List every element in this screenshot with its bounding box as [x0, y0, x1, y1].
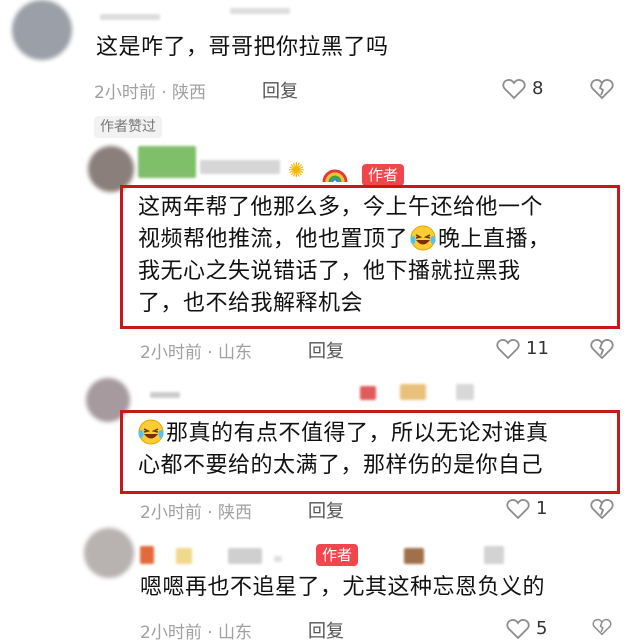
author-badge: 作者	[362, 164, 405, 186]
comment-meta: 2小时前 · 陕西	[94, 83, 207, 103]
decorative-scribble	[230, 8, 290, 14]
avatar[interactable]	[12, 0, 72, 60]
author-liked-tag: 作者赞过	[94, 116, 162, 138]
comment-text: 这是咋了，哥哥把你拉黑了吗	[96, 35, 389, 60]
broken-heart-icon[interactable]	[590, 78, 614, 100]
comment-meta: 2小时前 · 陕西	[140, 503, 253, 523]
reply-button[interactable]: 回复	[262, 77, 298, 103]
username-blur	[274, 556, 282, 562]
username-blur	[228, 548, 262, 564]
username-blur	[150, 392, 180, 398]
heart-outline-icon[interactable]	[506, 618, 530, 640]
username-blur	[456, 384, 474, 400]
sun-emoji: ✺	[288, 158, 305, 182]
comment-text: 这两年帮了他那么多，今上午还给他一个 视频帮他推流，他也置顶了 晚上直播， 我无…	[138, 195, 551, 316]
heart-outline-icon[interactable]	[496, 338, 520, 360]
comment-text: 那真的有点不值得了，所以无论对谁真 心都不要给的太满了，那样伤的是你自己	[138, 419, 549, 478]
broken-heart-icon[interactable]	[590, 618, 614, 636]
avatar[interactable]	[84, 528, 134, 578]
author-badge: 作者	[316, 544, 359, 566]
comment-text: 嗯嗯再也不追星了，尤其这种忘恩负义的	[140, 575, 546, 600]
like-count: 8	[532, 78, 544, 99]
laughing-tears-emoji	[138, 419, 164, 445]
username-blur	[484, 546, 504, 564]
broken-heart-icon[interactable]	[590, 498, 614, 520]
username-blur	[200, 160, 280, 174]
reply-button[interactable]: 回复	[308, 497, 344, 523]
reply-button[interactable]: 回复	[308, 337, 344, 363]
username-blur	[360, 386, 376, 400]
like-count: 11	[526, 338, 549, 359]
username-blur	[140, 546, 154, 564]
username-blur	[404, 548, 424, 564]
username-blur	[138, 146, 196, 178]
reply-button[interactable]: 回复	[308, 617, 344, 643]
comment-meta: 2小时前 · 山东	[140, 623, 253, 643]
username-blur	[176, 548, 192, 564]
heart-outline-icon[interactable]	[506, 498, 530, 520]
decorative-scribble	[100, 14, 160, 20]
rainbow-emoji	[322, 169, 348, 182]
laughing-tears-emoji	[410, 225, 436, 251]
broken-heart-icon[interactable]	[590, 338, 614, 360]
comment-meta: 2小时前 · 山东	[140, 343, 253, 363]
heart-outline-icon[interactable]	[502, 78, 526, 100]
username-blur	[400, 384, 426, 400]
like-count: 1	[536, 498, 548, 519]
